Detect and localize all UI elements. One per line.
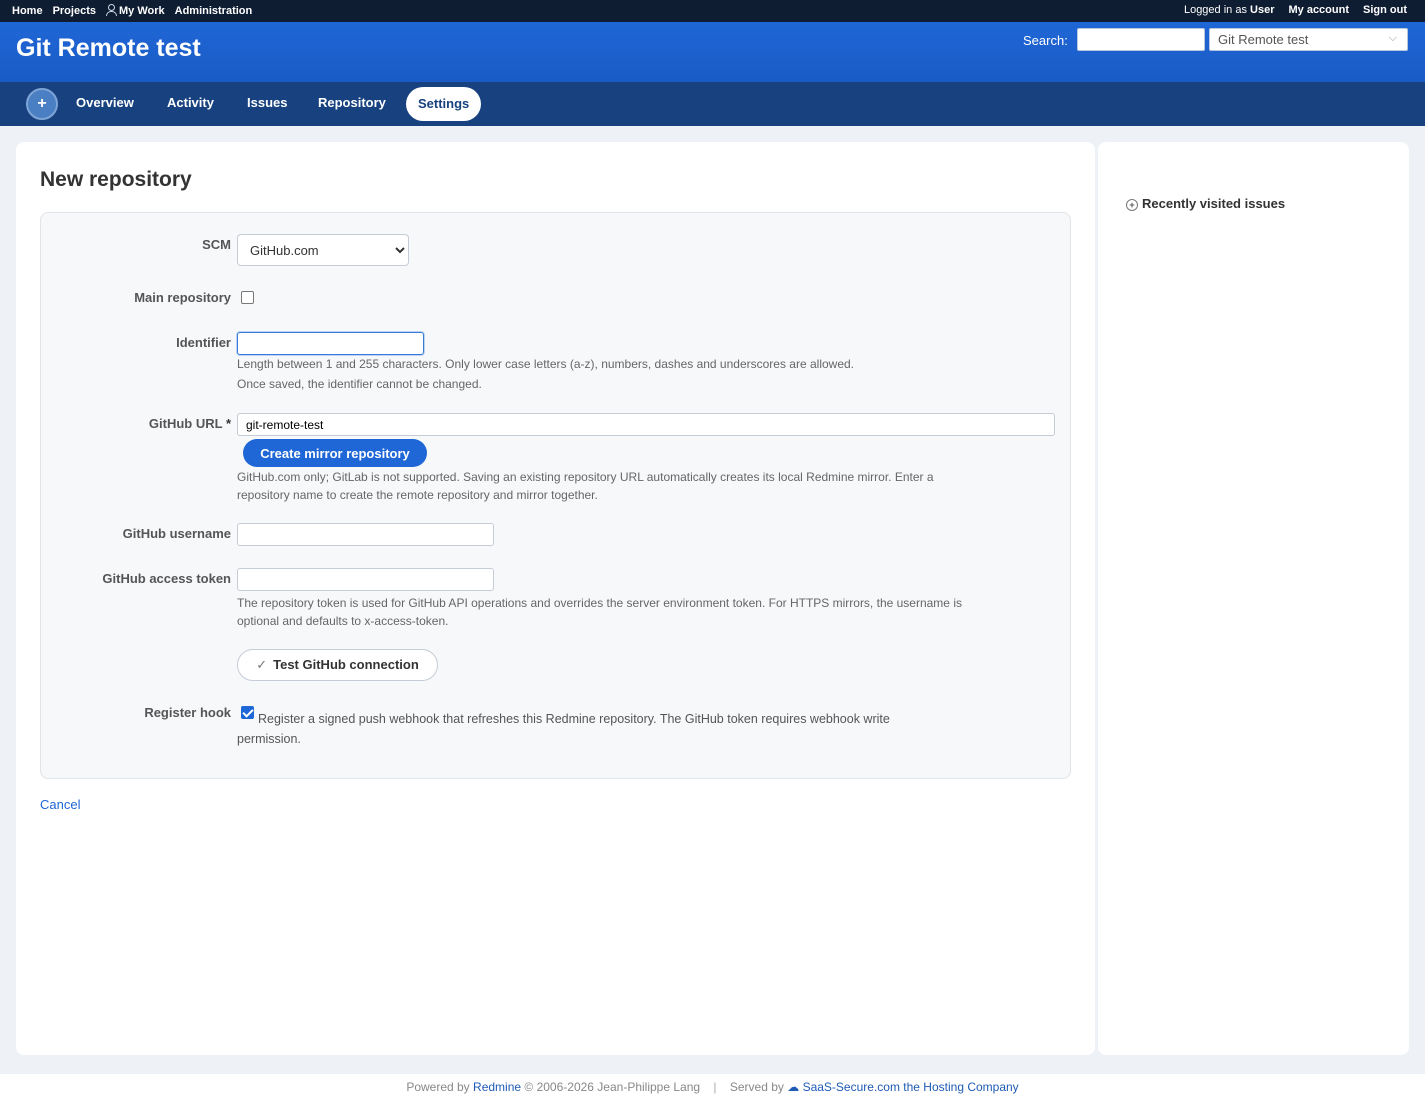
token-hint: The repository token is used for GitHub … xyxy=(237,594,962,630)
my-account-link[interactable]: My account xyxy=(1288,4,1349,16)
hosting-company-link[interactable]: SaaS-Secure.com the Hosting Company xyxy=(803,1080,1019,1094)
cancel-link[interactable]: Cancel xyxy=(40,797,80,812)
main-repository-checkbox[interactable] xyxy=(241,291,254,304)
page-title: New repository xyxy=(40,168,192,191)
tab-issues[interactable]: Issues xyxy=(247,95,287,110)
register-hook-description: Register a signed push webhook that refr… xyxy=(237,709,1037,749)
identifier-hint-line-1: Length between 1 and 255 characters. Onl… xyxy=(237,357,855,371)
tab-settings[interactable]: Settings xyxy=(406,87,482,121)
identifier-input[interactable] xyxy=(237,332,424,355)
github-url-input[interactable] xyxy=(237,413,1055,436)
home-link[interactable]: Home xyxy=(12,5,43,17)
repository-form: SCM GitHub.com Main repository Identifie… xyxy=(40,212,1071,779)
footer: Powered by Redmine © 2006-2026 Jean-Phil… xyxy=(0,1074,1425,1100)
github-url-hint-line-2: repository name to create the remote rep… xyxy=(237,488,598,502)
footer-powered-by: Powered by xyxy=(406,1080,470,1094)
search-input[interactable] xyxy=(1077,28,1205,51)
token-hint-line-1: The repository token is used for GitHub … xyxy=(237,596,962,610)
logged-in-prefix: Logged in as xyxy=(1183,4,1247,16)
projects-link[interactable]: Projects xyxy=(53,5,96,17)
test-github-connection-button[interactable]: ✓ Test GitHub connection xyxy=(237,649,438,681)
redmine-link[interactable]: Redmine xyxy=(473,1080,521,1094)
identifier-field xyxy=(237,332,424,355)
github-username-input[interactable] xyxy=(237,523,494,546)
required-marker: * xyxy=(225,416,231,431)
tab-activity[interactable]: Activity xyxy=(167,95,214,110)
identifier-hint: Length between 1 and 255 characters. Onl… xyxy=(237,355,854,393)
github-username-field xyxy=(237,523,494,546)
header: Git Remote test Search: Git Remote test … xyxy=(0,22,1425,82)
chevron-down-icon: ⌵ xyxy=(1388,32,1397,44)
user-link[interactable]: User xyxy=(1250,4,1274,16)
footer-served-by: Served by xyxy=(729,1080,784,1094)
top-menu: Home Projects My Work Administration Log… xyxy=(0,0,1425,22)
expander-icon: + xyxy=(1126,199,1138,211)
administration-link[interactable]: Administration xyxy=(175,5,253,17)
register-hook-text-line-1: Register a signed push webhook that refr… xyxy=(258,712,890,726)
github-token-field xyxy=(237,568,494,591)
sign-out-link[interactable]: Sign out xyxy=(1363,4,1407,16)
main-repository-label: Main repository xyxy=(134,290,231,305)
tab-repository[interactable]: Repository xyxy=(318,95,386,110)
top-menu-left: Home Projects My Work Administration xyxy=(12,4,252,17)
scm-field: GitHub.com xyxy=(237,234,409,266)
footer-copyright: © 2006-2026 Jean-Philippe Lang xyxy=(524,1080,701,1094)
scm-select[interactable]: GitHub.com xyxy=(237,234,409,266)
token-hint-line-2: optional and defaults to x-access-token. xyxy=(237,614,449,628)
project-title[interactable]: Git Remote test xyxy=(16,34,201,63)
plus-icon: + xyxy=(37,95,47,112)
register-hook-text-line-2: permission. xyxy=(237,732,301,746)
my-work-label: My Work xyxy=(118,5,165,17)
scm-label: SCM xyxy=(202,237,231,252)
main-menu: + Overview Activity Issues Repository Se… xyxy=(0,82,1425,126)
check-icon: ✓ xyxy=(256,657,268,672)
create-mirror-repository-button[interactable]: Create mirror repository xyxy=(243,439,427,467)
search-label: Search: xyxy=(1023,33,1068,48)
project-jump-value: Git Remote test xyxy=(1218,32,1309,47)
github-url-field xyxy=(237,413,1055,436)
github-url-hint: GitHub.com only; GitLab is not supported… xyxy=(237,468,934,504)
github-url-label-text: GitHub URL xyxy=(148,416,223,431)
cloud-icon: ☁ xyxy=(787,1080,800,1094)
identifier-hint-line-2: Once saved, the identifier cannot be cha… xyxy=(237,377,482,391)
new-object-button[interactable]: + xyxy=(26,88,58,120)
logged-in-status: Logged in as User xyxy=(1184,4,1275,16)
github-url-label: GitHub URL * xyxy=(149,416,231,431)
project-jump-select[interactable]: Git Remote test ⌵ xyxy=(1209,28,1408,51)
github-url-hint-line-1: GitHub.com only; GitLab is not supported… xyxy=(237,470,934,484)
github-token-input[interactable] xyxy=(237,568,494,591)
sidebar: + Recently visited issues xyxy=(1098,142,1409,1055)
recently-visited-issues-label: Recently visited issues xyxy=(1142,196,1286,211)
identifier-label: Identifier xyxy=(176,335,231,350)
register-hook-label: Register hook xyxy=(144,705,231,720)
github-token-label: GitHub access token xyxy=(102,571,231,586)
footer-separator: | xyxy=(713,1080,717,1094)
top-menu-right: Logged in as User My account Sign out xyxy=(1184,4,1407,16)
tab-overview[interactable]: Overview xyxy=(76,95,134,110)
github-username-label: GitHub username xyxy=(122,526,231,541)
recently-visited-issues-toggle[interactable]: + Recently visited issues xyxy=(1126,196,1285,211)
test-github-connection-label: Test GitHub connection xyxy=(273,657,419,672)
content: New repository SCM GitHub.com Main repos… xyxy=(16,142,1095,1055)
my-work-link[interactable]: My Work xyxy=(105,4,165,17)
person-icon xyxy=(105,4,117,16)
